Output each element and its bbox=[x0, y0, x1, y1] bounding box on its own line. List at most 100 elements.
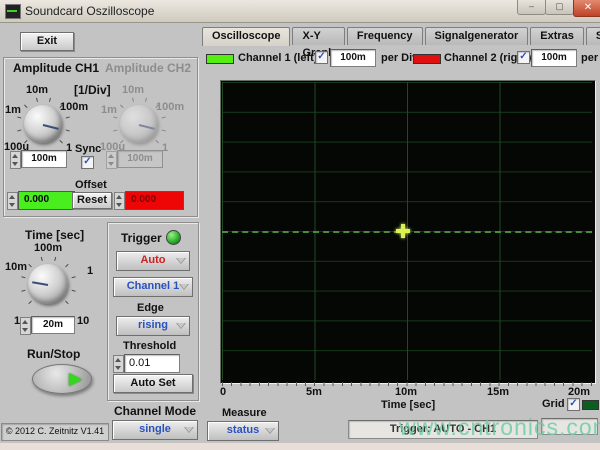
scope-screen bbox=[222, 82, 592, 380]
dropdown-arrow-icon bbox=[176, 323, 186, 329]
auto-set-button[interactable]: Auto Set bbox=[113, 374, 193, 393]
ch1-scale-1m: 1m bbox=[5, 104, 21, 116]
channel1-checkbox[interactable]: ✓ bbox=[315, 51, 328, 64]
x-tick-10m: 10m bbox=[395, 386, 417, 398]
trigger-source-dropdown[interactable]: Channel 1 bbox=[113, 277, 193, 297]
channel1-per-div-value[interactable]: 100m bbox=[330, 49, 376, 67]
watermark-text: www.cntronics.com bbox=[399, 414, 600, 441]
grid-checkbox[interactable]: ✓ bbox=[567, 398, 580, 411]
play-icon: ▶ bbox=[69, 369, 82, 389]
x-tick-15m: 15m bbox=[487, 386, 509, 398]
dropdown-arrow-icon bbox=[184, 427, 194, 433]
tab-frequency[interactable]: Frequency bbox=[347, 27, 423, 45]
time-knob[interactable] bbox=[22, 258, 74, 310]
tab-oscilloscope[interactable]: Oscilloscope bbox=[202, 27, 290, 46]
trigger-led-icon bbox=[166, 230, 181, 245]
trigger-title: Trigger bbox=[121, 231, 162, 245]
dropdown-arrow-icon bbox=[265, 428, 275, 434]
trigger-mode-value: Auto bbox=[140, 254, 165, 266]
amplitude-panel: Amplitude CH1 Amplitude CH2 [1/Div] 10m … bbox=[3, 57, 198, 217]
ch1-amplitude-spinner[interactable] bbox=[10, 151, 21, 169]
tab-xy-graph[interactable]: X-Y Graph bbox=[292, 27, 344, 45]
threshold-label: Threshold bbox=[123, 340, 176, 352]
ch1-amplitude-value[interactable]: 100m bbox=[21, 150, 67, 168]
offset-ch1-value[interactable]: 0.000 bbox=[18, 191, 75, 210]
tab-signalgenerator[interactable]: Signalgenerator bbox=[425, 27, 529, 45]
time-scale-100m: 100m bbox=[34, 242, 62, 254]
trigger-edge-dropdown[interactable]: rising bbox=[116, 316, 190, 336]
check-icon: ✓ bbox=[519, 51, 527, 62]
knob-needle bbox=[32, 281, 48, 286]
app-icon bbox=[5, 4, 21, 19]
amplitude-ch1-title: Amplitude CH1 bbox=[13, 61, 99, 75]
sync-checkbox[interactable]: ✓ bbox=[81, 156, 94, 169]
channel2-checkbox[interactable]: ✓ bbox=[517, 51, 530, 64]
amplitude-ch2-title: Amplitude CH2 bbox=[105, 61, 191, 75]
time-spinner[interactable] bbox=[20, 317, 31, 335]
knob-needle bbox=[43, 124, 59, 130]
check-icon: ✓ bbox=[317, 51, 325, 62]
channel2-per-div-label: per Div bbox=[581, 52, 600, 64]
close-button[interactable]: ✕ bbox=[573, 0, 600, 17]
channel-mode-dropdown[interactable]: single bbox=[112, 420, 198, 440]
x-tick-5m: 5m bbox=[306, 386, 322, 398]
close-icon: ✕ bbox=[584, 2, 592, 13]
edge-label: Edge bbox=[137, 302, 164, 314]
titlebar: Soundcard Oszilloscope – ▢ ✕ bbox=[0, 0, 600, 23]
time-value[interactable]: 20m bbox=[31, 316, 75, 334]
offset-ch2-spinner[interactable] bbox=[114, 192, 125, 210]
app-window: Soundcard Oszilloscope – ▢ ✕ Exit Amplit… bbox=[0, 0, 600, 450]
threshold-spinner[interactable] bbox=[113, 355, 124, 373]
x-tick-20m: 20m bbox=[568, 386, 590, 398]
ch2-scale-10m: 10m bbox=[122, 84, 144, 96]
dropdown-arrow-icon bbox=[176, 258, 186, 264]
trigger-source-value: Channel 1 bbox=[127, 280, 180, 292]
version-text: © 2012 C. Zeitnitz V1.41 bbox=[1, 423, 109, 441]
window-title: Soundcard Oszilloscope bbox=[25, 4, 154, 18]
time-title: Time [sec] bbox=[25, 228, 84, 242]
trigger-edge-value: rising bbox=[138, 319, 168, 331]
x-axis-title: Time [sec] bbox=[381, 399, 435, 411]
channel1-color-swatch bbox=[206, 54, 234, 64]
time-scale-10: 10 bbox=[77, 315, 89, 327]
time-scale-1: 1 bbox=[87, 265, 93, 277]
threshold-value[interactable]: 0.01 bbox=[124, 354, 180, 373]
offset-ch1-spinner[interactable] bbox=[7, 192, 18, 210]
check-icon: ✓ bbox=[83, 156, 91, 167]
scope-display bbox=[220, 80, 596, 384]
minimize-button[interactable]: – bbox=[517, 0, 546, 15]
dropdown-arrow-icon bbox=[179, 284, 189, 290]
run-stop-button[interactable]: ▶ bbox=[32, 364, 92, 394]
sync-label: Sync bbox=[75, 143, 101, 155]
offset-ch2-value[interactable]: 0.000 bbox=[125, 191, 184, 210]
check-icon: ✓ bbox=[569, 398, 577, 409]
maximize-button[interactable]: ▢ bbox=[545, 0, 574, 15]
ch2-amplitude-spinner bbox=[106, 151, 117, 169]
channel2-per-div-value[interactable]: 100m bbox=[531, 49, 577, 67]
offset-label: Offset bbox=[75, 179, 107, 191]
scope-cursor[interactable] bbox=[396, 224, 410, 238]
exit-button[interactable]: Exit bbox=[20, 32, 74, 51]
measure-label: Measure bbox=[222, 407, 267, 419]
offset-reset-button[interactable]: Reset bbox=[72, 192, 112, 209]
grid-label: Grid bbox=[542, 398, 565, 410]
trigger-panel: Trigger Auto Channel 1 Edge rising Thres… bbox=[107, 222, 199, 401]
grid-color-swatch bbox=[582, 400, 599, 410]
ch2-scale-1m: 1m bbox=[101, 104, 117, 116]
tab-extras[interactable]: Extras bbox=[530, 27, 584, 45]
tab-settings[interactable]: Settings bbox=[586, 27, 600, 45]
tab-bar: Oscilloscope X-Y Graph Frequency Signalg… bbox=[202, 27, 600, 46]
knob-needle bbox=[139, 124, 155, 130]
measure-dropdown[interactable]: status bbox=[207, 421, 279, 441]
per-div-unit-label: [1/Div] bbox=[74, 83, 111, 97]
x-tick-0: 0 bbox=[220, 386, 226, 398]
trigger-mode-dropdown[interactable]: Auto bbox=[116, 251, 190, 271]
run-stop-label: Run/Stop bbox=[27, 347, 80, 361]
window-bottom-border bbox=[0, 443, 600, 450]
time-scale-10m: 10m bbox=[5, 261, 27, 273]
minimize-icon: – bbox=[529, 1, 534, 11]
channel-mode-value: single bbox=[139, 423, 171, 435]
measure-value: status bbox=[227, 424, 259, 436]
channel2-color-swatch bbox=[413, 54, 441, 64]
ch2-scale-100m: 100m bbox=[156, 101, 184, 113]
